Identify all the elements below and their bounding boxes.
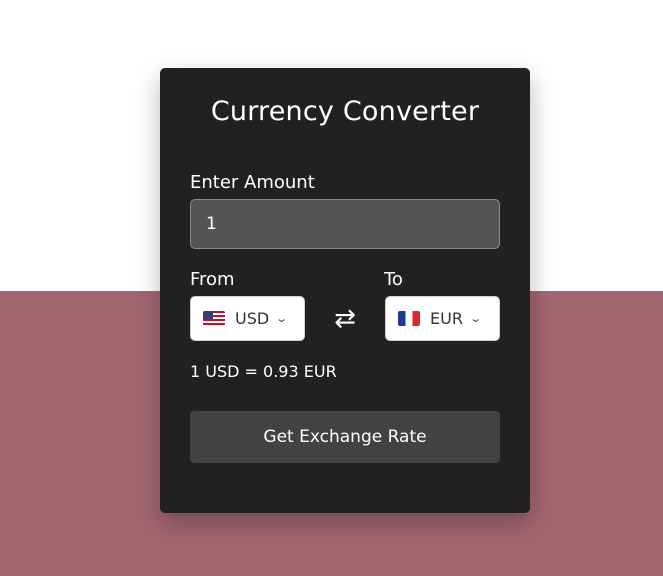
from-currency-select[interactable]: USD ⌄ — [190, 296, 305, 341]
from-currency-code: USD — [235, 309, 270, 328]
to-currency-select[interactable]: EUR ⌄ — [385, 296, 500, 341]
amount-input[interactable] — [190, 199, 500, 249]
converter-card: Currency Converter Enter Amount From To … — [160, 68, 530, 513]
chevron-down-icon: ⌄ — [469, 312, 482, 325]
to-label: To — [384, 269, 403, 290]
swap-arrows-icon[interactable]: ⇄ — [330, 304, 360, 334]
us-flag-icon — [203, 311, 225, 326]
card-title: Currency Converter — [210, 96, 480, 127]
get-exchange-rate-button[interactable]: Get Exchange Rate — [190, 411, 500, 463]
exchange-rate-text: 1 USD = 0.93 EUR — [190, 362, 337, 381]
chevron-down-icon: ⌄ — [275, 312, 289, 325]
from-label: From — [190, 269, 235, 290]
fr-flag-icon — [398, 311, 420, 326]
to-currency-code: EUR — [430, 309, 463, 328]
amount-label: Enter Amount — [190, 172, 315, 193]
